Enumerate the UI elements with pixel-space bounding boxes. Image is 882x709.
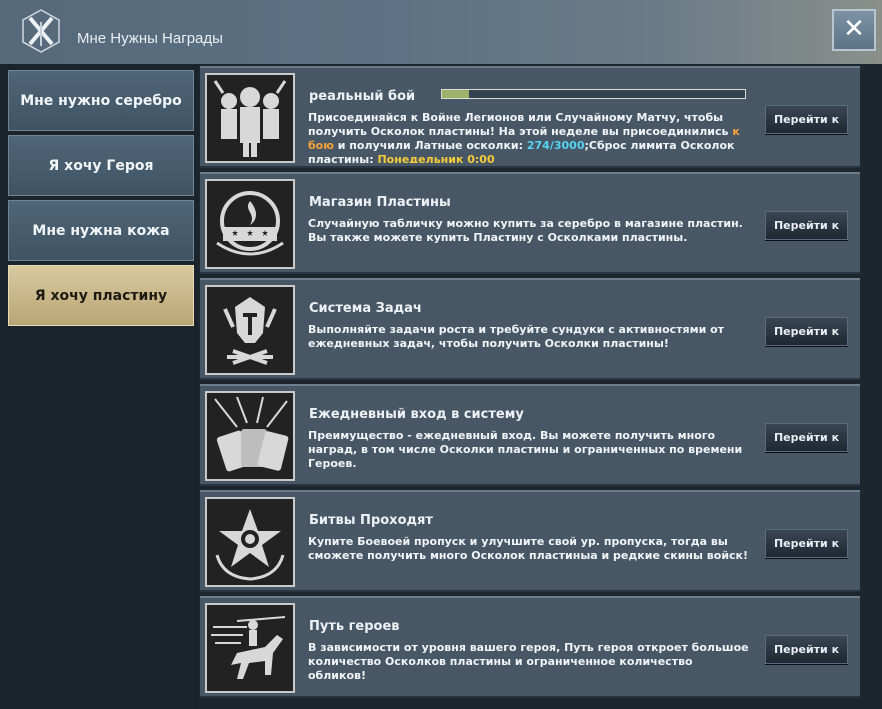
list-item: Ежедневный вход в систему Преимущество -… [200, 384, 860, 486]
row-title: реальный бой [309, 89, 416, 104]
progress-fill [442, 90, 470, 98]
star-medal-icon [205, 497, 295, 587]
list-item: Магазин Пластины Случайную табличку можн… [200, 172, 860, 274]
row-title: Система Задач [309, 301, 422, 316]
sidebar-item-leather[interactable]: Мне нужна кожа [8, 200, 194, 261]
reset-time: Понедельник 0:00 [377, 153, 495, 163]
go-to-button[interactable]: Перейти к [765, 529, 848, 558]
go-to-button[interactable]: Перейти к [765, 423, 848, 452]
row-title: Ежедневный вход в систему [309, 407, 524, 422]
row-description: Случайную табличку можно купить за сереб… [308, 217, 743, 244]
sidebar-item-silver[interactable]: Мне нужно серебро [8, 70, 194, 131]
desc-text: и получили Латные осколки: [333, 139, 527, 152]
shard-count: 274/3000 [526, 139, 585, 152]
sidebar: Мне нужно серебро Я хочу Героя Мне нужна… [0, 64, 198, 709]
sidebar-item-label: Я хочу пластину [34, 287, 168, 304]
knights-battle-icon [205, 73, 295, 163]
list-item: реальный бой Присоединяйся к Войне Легио… [200, 66, 860, 168]
progress-bar [441, 89, 746, 99]
row-title: Битвы Проходят [309, 513, 433, 528]
list-item: Путь героев В зависимости от уровня ваше… [200, 596, 860, 698]
horse-rider-icon [205, 603, 295, 693]
sidebar-item-hero[interactable]: Я хочу Героя [8, 135, 194, 196]
page-title: Мне Нужны Награды [77, 30, 223, 47]
row-description: Купите Боевоей пропуск и улучшите свой у… [308, 535, 749, 562]
go-to-button[interactable]: Перейти к [765, 211, 848, 240]
sidebar-item-label: Мне нужна кожа [32, 222, 170, 239]
row-description: Выполняйте задачи роста и требуйте сунду… [308, 323, 725, 350]
cards-icon [205, 391, 295, 481]
crossed-swords-logo-icon [18, 8, 64, 54]
sidebar-item-label: Мне нужно серебро [20, 92, 182, 109]
close-button[interactable]: ✕ [832, 9, 876, 51]
row-description: Присоединяйся к Войне Легионов или Случа… [308, 111, 752, 163]
rewards-list: реальный бой Присоединяйся к Войне Легио… [198, 64, 882, 709]
go-to-button[interactable]: Перейти к [765, 317, 848, 346]
sidebar-item-plate[interactable]: Я хочу пластину [8, 265, 194, 326]
list-item: Битвы Проходят Купите Боевоей пропуск и … [200, 490, 860, 592]
row-title: Магазин Пластины [309, 195, 451, 210]
spartan-helmet-icon [205, 285, 295, 375]
go-to-button[interactable]: Перейти к [765, 105, 848, 134]
shop-emblem-icon [205, 179, 295, 269]
row-description: В зависимости от уровня вашего героя, Пу… [308, 641, 749, 682]
row-title: Путь героев [309, 619, 400, 634]
go-to-button[interactable]: Перейти к [765, 635, 848, 664]
sidebar-item-label: Я хочу Героя [48, 157, 154, 174]
header-bar: Мне Нужны Награды ✕ [0, 0, 882, 66]
list-item: Система Задач Выполняйте задачи роста и … [200, 278, 860, 380]
row-description: Преимущество - ежедневный вход. Вы может… [308, 429, 743, 470]
desc-text: Присоединяйся к Войне Легионов или Случа… [308, 111, 733, 138]
